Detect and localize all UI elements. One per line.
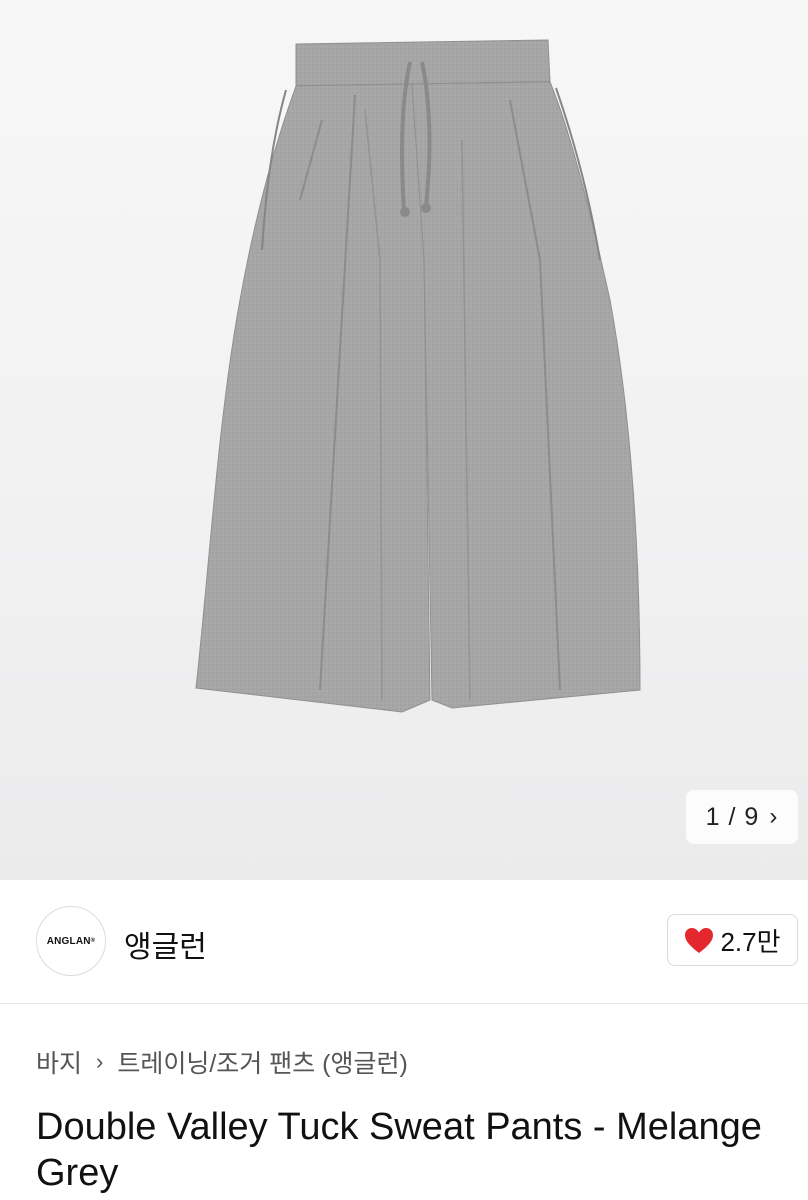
brand-row: ANGLAN ® 앵글런 2.7만	[0, 880, 808, 1004]
breadcrumb-item-category[interactable]: 바지	[36, 1044, 82, 1080]
chevron-right-icon: ›	[96, 1049, 104, 1074]
brand-logo-text: ANGLAN	[46, 935, 91, 947]
product-title: Double Valley Tuck Sweat Pants - Melange…	[36, 1106, 762, 1194]
breadcrumb: 바지 › 트레이닝/조거 팬츠 (앵글런)	[36, 1044, 408, 1080]
product-image-gallery[interactable]: 1 / 9 ›	[0, 0, 808, 880]
image-counter[interactable]: 1 / 9 ›	[686, 790, 798, 844]
like-button[interactable]: 2.7만	[667, 914, 798, 966]
brand-logo[interactable]: ANGLAN ®	[36, 906, 106, 976]
image-counter-text: 1 / 9	[705, 802, 760, 831]
product-image	[195, 39, 641, 713]
chevron-right-icon: ›	[769, 803, 779, 830]
heart-icon	[685, 927, 714, 953]
like-count: 2.7만	[720, 926, 781, 957]
brand-name[interactable]: 앵글런	[124, 922, 207, 966]
breadcrumb-item-subcategory[interactable]: 트레이닝/조거 팬츠 (앵글런)	[117, 1044, 408, 1080]
